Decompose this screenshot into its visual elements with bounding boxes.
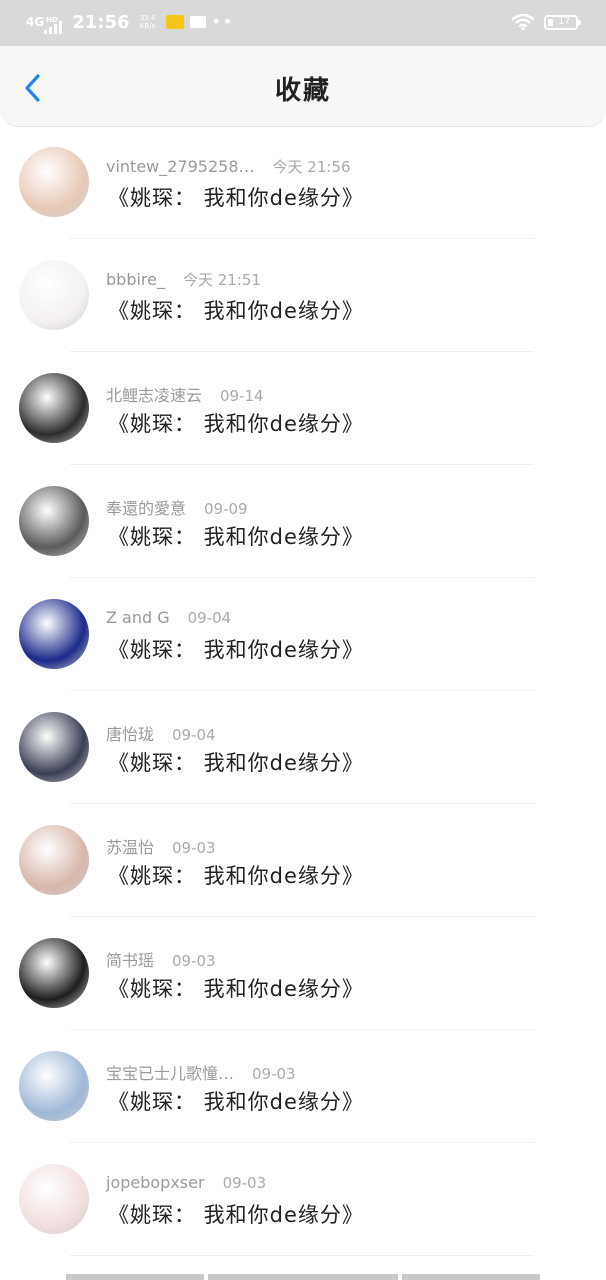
battery-icon: 17 bbox=[544, 14, 581, 30]
more-notifications-icon: •• bbox=[211, 12, 235, 31]
avatar[interactable] bbox=[19, 373, 89, 443]
item-meta: bbbire_ 今天 21:51 bbox=[106, 269, 261, 290]
item-meta: 唐怡珑 09-04 bbox=[106, 721, 216, 745]
battery-level: 17 bbox=[558, 16, 570, 27]
favorite-item[interactable]: 宝宝已士儿歌憧… 09-03 《姚琛： 我和你de缘分》 bbox=[0, 1030, 606, 1143]
favorite-content[interactable]: 《姚琛： 我和你de缘分》 bbox=[108, 1086, 364, 1116]
favorite-content[interactable]: 《姚琛： 我和你de缘分》 bbox=[108, 1199, 364, 1229]
item-meta: jopebopxser 09-03 bbox=[106, 1173, 266, 1192]
username[interactable]: 北鲤志凌速云 bbox=[106, 386, 202, 405]
page-title: 收藏 bbox=[274, 76, 331, 106]
item-meta: 简书瑶 09-03 bbox=[106, 947, 216, 971]
timestamp: 09-09 bbox=[204, 500, 248, 518]
favorite-item[interactable]: 苏温怡 09-03 《姚琛： 我和你de缘分》 bbox=[0, 804, 606, 917]
timestamp: 09-03 bbox=[172, 839, 216, 857]
favorite-item[interactable]: 北鲤志凌速云 09-14 《姚琛： 我和你de缘分》 bbox=[0, 352, 606, 465]
favorite-content[interactable]: 《姚琛： 我和你de缘分》 bbox=[108, 973, 364, 1003]
favorite-content[interactable]: 《姚琛： 我和你de缘分》 bbox=[108, 408, 364, 438]
bottom-scroll-hint bbox=[66, 1274, 540, 1280]
favorite-item[interactable]: 奉還的愛意 09-09 《姚琛： 我和你de缘分》 bbox=[0, 465, 606, 578]
favorite-content[interactable]: 《姚琛： 我和你de缘分》 bbox=[108, 747, 364, 777]
avatar[interactable] bbox=[19, 486, 89, 556]
item-meta: vintew_2795258… 今天 21:56 bbox=[106, 156, 351, 177]
favorites-list: vintew_2795258… 今天 21:56 《姚琛： 我和你de缘分》 bb… bbox=[0, 126, 606, 1256]
favorite-item[interactable]: bbbire_ 今天 21:51 《姚琛： 我和你de缘分》 bbox=[0, 239, 606, 352]
favorite-content[interactable]: 《姚琛： 我和你de缘分》 bbox=[108, 860, 364, 890]
divider bbox=[70, 1255, 534, 1256]
message-notification-icon bbox=[189, 16, 206, 28]
nav-header: 收藏 bbox=[0, 46, 606, 127]
username[interactable]: jopebopxser bbox=[106, 1173, 205, 1192]
favorite-item[interactable]: Z and G 09-04 《姚琛： 我和你de缘分》 bbox=[0, 578, 606, 691]
favorite-item[interactable]: jopebopxser 09-03 《姚琛： 我和你de缘分》 bbox=[0, 1143, 606, 1256]
favorite-item[interactable]: 唐怡珑 09-04 《姚琛： 我和你de缘分》 bbox=[0, 691, 606, 804]
timestamp: 09-03 bbox=[172, 952, 216, 970]
item-meta: Z and G 09-04 bbox=[106, 608, 231, 627]
timestamp: 今天 21:51 bbox=[182, 271, 261, 289]
favorite-content[interactable]: 《姚琛： 我和你de缘分》 bbox=[108, 521, 364, 551]
item-meta: 奉還的愛意 09-09 bbox=[106, 495, 248, 519]
username[interactable]: 奉還的愛意 bbox=[106, 499, 186, 518]
speed-value: 33.4 bbox=[139, 14, 156, 22]
item-meta: 宝宝已士儿歌憧… 09-03 bbox=[106, 1060, 296, 1084]
clock: 21:56 bbox=[72, 11, 130, 33]
avatar[interactable] bbox=[19, 825, 89, 895]
avatar[interactable] bbox=[19, 1051, 89, 1121]
status-left: 4G HD 21:56 33.4 KB/s •• bbox=[26, 10, 234, 34]
username[interactable]: 简书瑶 bbox=[106, 951, 154, 970]
favorite-content[interactable]: 《姚琛： 我和你de缘分》 bbox=[108, 634, 364, 664]
meituan-notification-icon bbox=[165, 15, 184, 29]
network-speed: 33.4 KB/s bbox=[136, 14, 160, 30]
status-bar: 4G HD 21:56 33.4 KB/s •• 17 bbox=[0, 0, 606, 46]
item-meta: 北鲤志凌速云 09-14 bbox=[106, 382, 264, 406]
item-meta: 苏温怡 09-03 bbox=[106, 834, 216, 858]
avatar[interactable] bbox=[19, 1164, 89, 1234]
network-type: 4G bbox=[26, 15, 45, 29]
favorite-item[interactable]: vintew_2795258… 今天 21:56 《姚琛： 我和你de缘分》 bbox=[0, 126, 606, 239]
username[interactable]: 苏温怡 bbox=[106, 838, 154, 857]
favorite-item[interactable]: 简书瑶 09-03 《姚琛： 我和你de缘分》 bbox=[0, 917, 606, 1030]
username[interactable]: 唐怡珑 bbox=[106, 725, 154, 744]
timestamp: 09-03 bbox=[222, 1174, 267, 1192]
status-right: 17 bbox=[512, 14, 581, 30]
favorite-content[interactable]: 《姚琛： 我和你de缘分》 bbox=[108, 295, 364, 325]
username[interactable]: vintew_2795258… bbox=[106, 157, 255, 176]
timestamp: 09-04 bbox=[172, 726, 216, 744]
favorite-content[interactable]: 《姚琛： 我和你de缘分》 bbox=[108, 182, 364, 212]
network-sup: HD bbox=[46, 16, 58, 24]
timestamp: 09-04 bbox=[187, 609, 232, 627]
network-indicator: 4G HD bbox=[26, 15, 58, 29]
speed-unit: KB/s bbox=[139, 22, 156, 30]
avatar[interactable] bbox=[19, 599, 89, 669]
avatar[interactable] bbox=[19, 147, 89, 217]
username[interactable]: Z and G bbox=[106, 608, 170, 627]
avatar[interactable] bbox=[19, 712, 89, 782]
timestamp: 09-03 bbox=[252, 1065, 296, 1083]
avatar[interactable] bbox=[19, 938, 89, 1008]
wifi-icon bbox=[512, 14, 534, 30]
timestamp: 09-14 bbox=[220, 387, 264, 405]
username[interactable]: 宝宝已士儿歌憧… bbox=[106, 1064, 234, 1083]
timestamp: 今天 21:56 bbox=[272, 158, 351, 176]
avatar[interactable] bbox=[19, 260, 89, 330]
username[interactable]: bbbire_ bbox=[106, 270, 165, 289]
